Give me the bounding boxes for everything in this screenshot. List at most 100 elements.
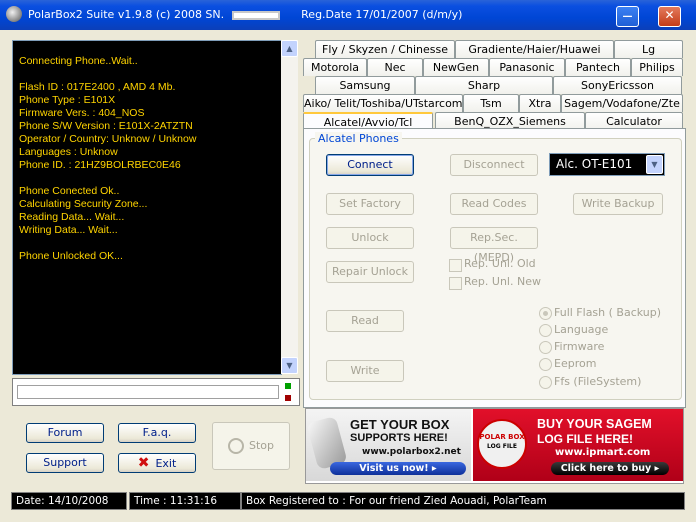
- banner-left[interactable]: GET YOUR BOX SUPPORTS HERE! www.polarbox…: [306, 409, 471, 481]
- arrow-right-icon: ▸: [654, 463, 660, 474]
- option-radio[interactable]: [539, 324, 552, 337]
- tab-label: Calculator: [606, 115, 662, 128]
- buy-label: Click here to buy: [560, 463, 652, 474]
- tab-panasonic[interactable]: Panasonic: [489, 58, 565, 76]
- write-label: Write: [350, 364, 380, 377]
- banner-left-line2: SUPPORTS HERE!: [350, 432, 448, 444]
- exit-button[interactable]: ✖ Exit: [118, 453, 196, 473]
- log-line: Phone Type : E101X: [19, 94, 116, 106]
- log-console[interactable]: Connecting Phone..Wait.. Flash ID : 017E2…: [12, 40, 282, 375]
- read-codes-button[interactable]: Read Codes: [450, 193, 538, 215]
- tab-nec[interactable]: Nec: [367, 58, 423, 76]
- tab-samsung[interactable]: Samsung: [315, 76, 415, 94]
- tab-label: Aiko/ Telit/Toshiba/UTstarcom: [304, 97, 463, 110]
- unlock-button[interactable]: Unlock: [326, 227, 414, 249]
- window-title-text: PolarBox2 Suite v1.9.8 (c) 2008 SN.: [28, 8, 225, 21]
- advert-banner[interactable]: GET YOUR BOX SUPPORTS HERE! www.polarbox…: [305, 408, 684, 484]
- close-button[interactable]: ✕: [658, 6, 681, 27]
- status-time: Time : 11:31:16: [129, 492, 241, 510]
- banner-right[interactable]: POLAR BOX LOG FILE BUY YOUR SAGEM LOG FI…: [473, 409, 683, 481]
- tab-pantech[interactable]: Pantech: [565, 58, 631, 76]
- tab-sharp[interactable]: Sharp: [415, 76, 553, 94]
- write-backup-label: Write Backup: [581, 197, 655, 210]
- tab-sagem-vodafone-zte[interactable]: Sagem/Vodafone/Zte: [561, 94, 683, 112]
- connect-label: Connect: [347, 158, 393, 171]
- banner-left-url: www.polarbox2.net: [362, 447, 461, 457]
- option-radio[interactable]: [539, 307, 552, 320]
- tab-newgen[interactable]: NewGen: [423, 58, 489, 76]
- tab-label: NewGen: [432, 61, 480, 74]
- logo-sub: LOG FILE: [487, 443, 517, 450]
- tab-tsm[interactable]: Tsm: [463, 94, 519, 112]
- option-label: Eeprom: [554, 357, 597, 370]
- arrow-right-icon: ▸: [431, 463, 437, 474]
- rep-unl-new-checkbox[interactable]: [449, 277, 462, 290]
- support-button[interactable]: Support: [26, 453, 104, 473]
- tab-sonyericsson[interactable]: SonyEricsson: [553, 76, 682, 94]
- tab-aiko-telit-toshiba-utstarcom[interactable]: Aiko/ Telit/Toshiba/UTstarcom: [303, 94, 463, 112]
- tab-label: Nec: [384, 61, 406, 74]
- tab-gradiente-haier-huawei[interactable]: Gradiente/Haier/Huawei: [455, 40, 614, 58]
- tab-label: Xtra: [528, 97, 552, 110]
- scroll-up-arrow-icon[interactable]: ▲: [281, 40, 298, 57]
- tab-label: Sagem/Vodafone/Zte: [564, 97, 680, 110]
- set-factory-button[interactable]: Set Factory: [326, 193, 414, 215]
- log-line: Phone ID. : 21HZ9BOLRBEC0E46: [19, 159, 181, 171]
- option-radio[interactable]: [539, 341, 552, 354]
- option-radio[interactable]: [539, 358, 552, 371]
- tab-lg[interactable]: Lg: [614, 40, 683, 58]
- visit-us-button[interactable]: Visit us now! ▸: [330, 462, 466, 475]
- disconnect-button[interactable]: Disconnect: [450, 154, 538, 176]
- option-label: Language: [554, 323, 609, 336]
- buy-button[interactable]: Click here to buy ▸: [551, 462, 669, 475]
- model-select[interactable]: Alc. OT-E101 ▼: [549, 153, 665, 176]
- status-led-red: [285, 395, 291, 401]
- disconnect-label: Disconnect: [463, 158, 525, 171]
- option-label: Full Flash ( Backup): [554, 306, 662, 319]
- tab-label: Philips: [639, 61, 675, 74]
- read-button[interactable]: Read: [326, 310, 404, 332]
- stop-button[interactable]: Stop: [212, 422, 290, 470]
- stop-icon: [227, 438, 244, 454]
- faq-button[interactable]: F.a.q.: [118, 423, 196, 443]
- support-label: Support: [43, 456, 87, 469]
- log-scrollbar[interactable]: ▲ ▼: [281, 40, 298, 374]
- exit-label: Exit: [155, 457, 177, 470]
- log-line: Phone Unlocked OK...: [19, 250, 123, 262]
- window-title: PolarBox2 Suite v1.9.8 (c) 2008 SN. Reg.…: [28, 8, 462, 21]
- tab-label: Tsm: [480, 97, 502, 110]
- forum-button[interactable]: Forum: [26, 423, 104, 443]
- tab-fly-skyzen-chinesse[interactable]: Fly / Skyzen / Chinesse: [315, 40, 455, 58]
- log-line: Phone S/W Version : E101X-2ATZTN: [19, 120, 193, 132]
- minimize-icon: —: [622, 11, 633, 22]
- chevron-down-icon[interactable]: ▼: [646, 155, 663, 174]
- title-bar[interactable]: PolarBox2 Suite v1.9.8 (c) 2008 SN. Reg.…: [0, 0, 696, 30]
- progress-panel: [12, 378, 300, 406]
- red-x-icon: ✖: [137, 455, 150, 471]
- registration-date: Reg.Date 17/01/2007 (d/m/y): [301, 8, 463, 21]
- rep-unl-old-checkbox[interactable]: [449, 259, 462, 272]
- log-line: Phone Conected Ok..: [19, 185, 120, 197]
- faq-label: F.a.q.: [142, 426, 172, 439]
- option-label: Firmware: [554, 340, 605, 353]
- tab-philips[interactable]: Philips: [631, 58, 683, 76]
- connect-button[interactable]: Connect: [326, 154, 414, 176]
- write-button[interactable]: Write: [326, 360, 404, 382]
- tab-label: Lg: [641, 43, 656, 56]
- repair-unlock-label: Repair Unlock: [332, 265, 408, 278]
- tab-label: Gradiente/Haier/Huawei: [468, 43, 601, 56]
- banner-right-line1: BUY YOUR SAGEM: [537, 417, 652, 431]
- log-lines: Connecting Phone..Wait.. Flash ID : 017E2…: [19, 55, 196, 263]
- repair-security-button[interactable]: Rep.Sec.(MEPD): [450, 227, 538, 264]
- write-backup-button[interactable]: Write Backup: [573, 193, 663, 215]
- tab-motorola[interactable]: Motorola: [303, 58, 367, 76]
- option-radio[interactable]: [539, 376, 552, 389]
- minimize-button[interactable]: —: [616, 6, 639, 27]
- stop-label: Stop: [248, 439, 274, 452]
- scroll-down-arrow-icon[interactable]: ▼: [281, 357, 298, 374]
- progress-bar: [17, 385, 279, 399]
- log-line: Writing Data... Wait...: [19, 224, 118, 236]
- tab-xtra[interactable]: Xtra: [519, 94, 561, 112]
- repair-unlock-button[interactable]: Repair Unlock: [326, 261, 414, 283]
